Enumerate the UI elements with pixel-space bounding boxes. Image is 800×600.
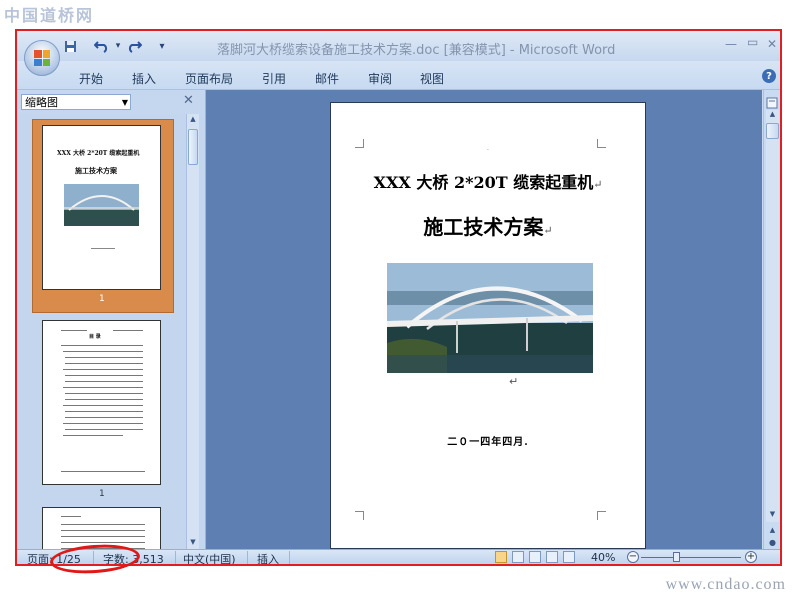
watermark-top: 中国道桥网 xyxy=(4,6,95,25)
office-button[interactable] xyxy=(24,40,60,76)
office-logo-icon xyxy=(34,50,50,66)
highlight-frame xyxy=(15,29,782,566)
watermark-bottom: www.cndao.com xyxy=(665,576,786,593)
